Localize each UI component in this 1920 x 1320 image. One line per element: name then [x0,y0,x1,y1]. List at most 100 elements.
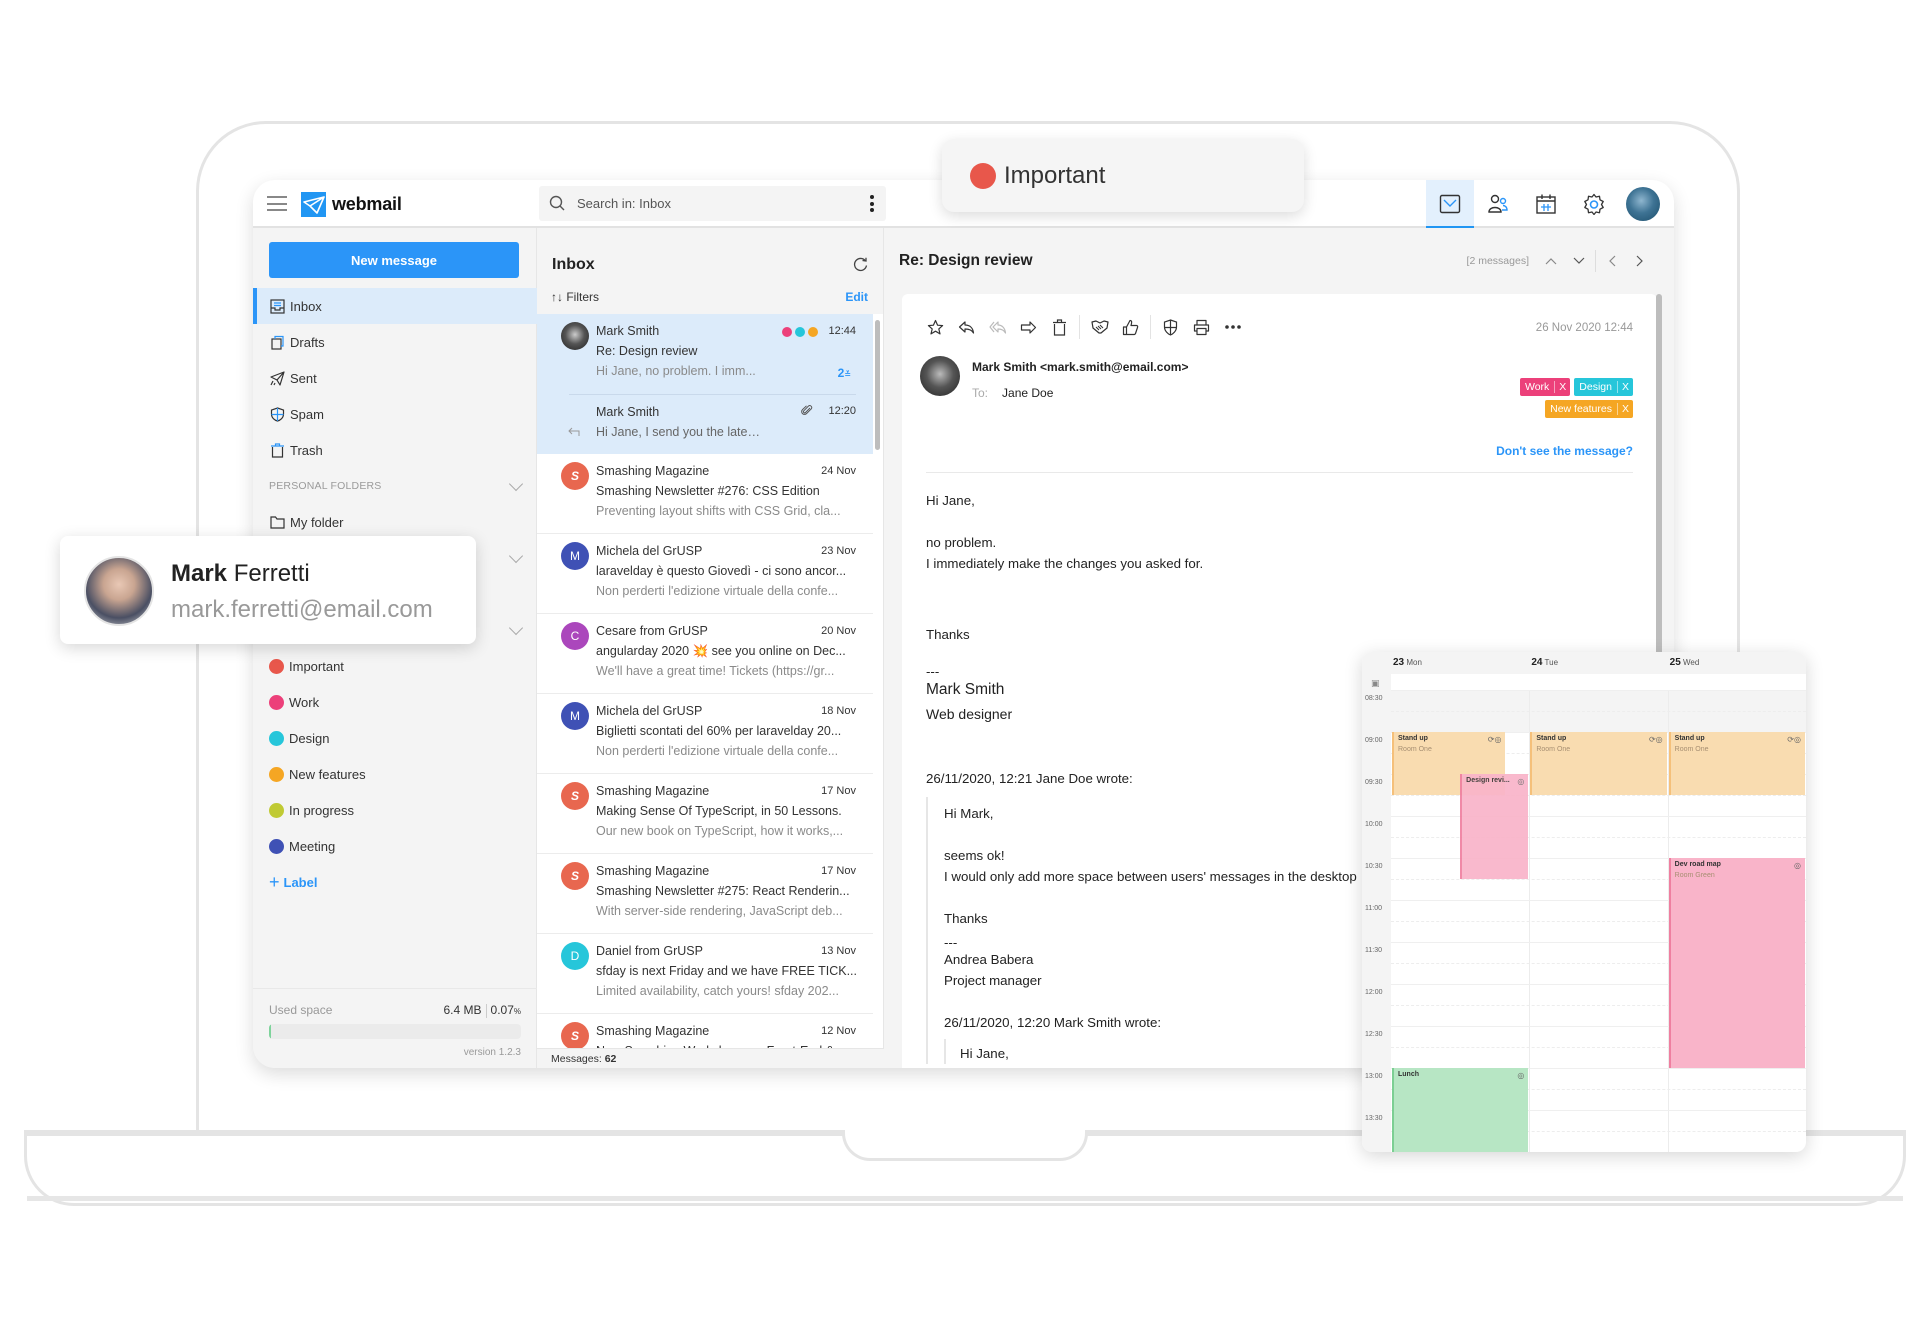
label-design[interactable]: Design [253,720,537,756]
time-label: 11:30 [1365,947,1382,954]
user-avatar[interactable] [1626,187,1660,221]
print-button[interactable] [1186,314,1217,340]
list-items: S Smashing Magazine 24 Nov Smashing Newslet… [537,454,873,1050]
day-number: 23 [1393,657,1405,668]
calendar-day-header[interactable]: 24 Tue [1531,657,1558,668]
item-subject: Making Sense Of TypeScript, in 50 Lesson… [596,804,842,818]
label-color-dot [269,658,284,674]
thread-item-selected[interactable]: Mark Smith 12:44 Re: Design review Hi Ja… [537,314,873,454]
message-list-item[interactable]: D Daniel from GrUSP 13 Nov sfday is next Fr… [537,934,873,1014]
label-in-progress[interactable]: In progress [253,792,537,828]
folder-sent[interactable]: Sent [253,360,537,396]
folder-drafts[interactable]: Drafts [253,324,537,360]
label-meeting[interactable]: Meeting [253,828,537,864]
thread-reply-item[interactable]: Mark Smith 12:20 Hi Jane, I send you the… [537,394,873,454]
printer-icon [1193,319,1210,335]
calendar-event[interactable]: Design revi... ◎ [1460,774,1529,879]
refresh-icon[interactable] [853,257,868,272]
next-message-down-chevron-icon[interactable] [1565,250,1593,272]
dont-see-message-link[interactable]: Don't see the message? [1496,444,1633,458]
folder-inbox[interactable]: Inbox [253,288,537,324]
folder-label: Drafts [290,334,325,350]
previous-message-up-chevron-icon[interactable] [1537,250,1565,272]
delete-button[interactable] [1044,314,1075,340]
filters-button[interactable]: ↑↓ Filters [551,290,599,304]
search-input[interactable] [577,186,847,221]
time-label: 13:30 [1365,1115,1383,1122]
label-new-features[interactable]: New features [253,756,537,792]
item-subject: laravelday è questo Giovedì - ci sono an… [596,564,847,578]
body-line: I immediately make the changes you asked… [926,556,1204,571]
item-date: 24 Nov [821,465,856,477]
new-message-button[interactable]: New message [269,242,519,278]
profile-last-name: Ferretti [233,560,310,587]
label-color-dot [269,802,284,818]
label-name: Important [1004,161,1106,189]
hamburger-menu-icon[interactable] [267,196,287,211]
message-list-item[interactable]: S Smashing Magazine 24 Nov Smashing Newslet… [537,454,873,534]
spam-icon [269,406,285,422]
message-list-item[interactable]: SSmashing Magazine12 NovNew Smashing Wor… [537,1014,873,1050]
chevron-down-icon[interactable] [508,548,524,563]
nav-mail-button[interactable] [1426,180,1474,230]
search-options-kebab-icon[interactable] [870,195,874,215]
list-header: Inbox ↑↓ Filters Edit [537,228,883,314]
expand-chevrons-icon: ≚ [844,370,851,379]
inbox-icon [269,298,285,314]
item-from: Smashing Magazine [596,1024,710,1038]
nav-settings-button[interactable] [1570,180,1618,228]
folder-trash[interactable]: Trash [253,432,537,468]
nav-contacts-button[interactable] [1474,180,1522,228]
list-scrollbar[interactable] [875,320,880,450]
message-list-item[interactable]: M Michela del GrUSP 23 Nov laravelday è que… [537,534,873,614]
message-scrollbar[interactable] [1656,294,1662,694]
nav-calendar-button[interactable] [1522,180,1570,228]
more-actions-button[interactable] [1217,314,1248,340]
tag-remove-icon[interactable]: X [1554,381,1570,393]
handshake-button[interactable] [1084,314,1115,340]
chevron-down-icon[interactable] [508,476,524,491]
sender-address[interactable]: Mark Smith <mark.smith@email.com> [972,360,1188,374]
add-label-button[interactable]: + Label [253,864,537,900]
message-list-item[interactable]: C Cesare from GrUSP 20 Nov angularday 2020 … [537,614,873,694]
label-work[interactable]: Work [253,684,537,720]
folder-my-folder[interactable]: My folder [253,504,537,540]
profile-card[interactable]: Mark Ferretti mark.ferretti@email.com [60,536,476,644]
personal-folders-heading[interactable]: Personal folders [253,468,537,504]
time-column: 08:30 09:00 09:30 10:00 10:30 11:00 11:30 12:00… [1362,674,1391,1152]
calendar-day-header[interactable]: 23 Mon [1393,657,1422,668]
message-list-item[interactable]: M Michela del GrUSP 18 Nov Biglietti sconta… [537,694,873,774]
recipient-name[interactable]: Jane Doe [1002,386,1053,400]
next-thread-chevron-right-icon[interactable] [1626,250,1654,272]
folder-spam[interactable]: Spam [253,396,537,432]
tag-remove-icon[interactable]: X [1616,381,1633,393]
sender-avatar: S [561,462,589,490]
day-number: 25 [1669,657,1681,668]
like-button[interactable] [1115,314,1146,340]
calendar-event[interactable]: Stand up Room One ⟳◎ [1530,732,1667,795]
calendar-day-header[interactable]: 25 Wed [1670,657,1700,668]
calendar-event[interactable]: Stand up Room One ⟳◎ [1668,732,1805,795]
logo-envelope-icon [301,192,326,217]
important-label-popup[interactable]: Important [942,139,1304,212]
logo[interactable]: webmail [301,192,402,217]
all-day-calendar-icon: ▣ [1371,678,1380,688]
spam-button[interactable] [1155,314,1186,340]
chevron-down-icon[interactable] [508,620,524,635]
hour-line [1391,690,1806,691]
item-subject: Re: Design review [596,344,698,358]
message-list-item[interactable]: S Smashing Magazine 17 Nov Smashing Newslet… [537,854,873,934]
edit-button[interactable]: Edit [845,290,868,304]
tag-remove-icon[interactable]: X [1616,403,1633,415]
forward-button[interactable] [1013,314,1044,340]
label-important[interactable]: Important [253,648,537,684]
thread-count-badge[interactable]: 2≚ [838,366,851,380]
message-list-item[interactable]: S Smashing Magazine 17 Nov Making Sense Of … [537,774,873,854]
reply-button[interactable] [951,314,982,340]
star-button[interactable] [920,314,951,340]
calendar-event[interactable]: Dev road map Room Green ◎ [1668,858,1805,1068]
previous-thread-chevron-left-icon[interactable] [1598,250,1626,272]
reply-all-button[interactable] [982,314,1013,340]
calendar-event[interactable]: Lunch ◎ [1392,1068,1529,1152]
event-room: Room One [1536,746,1571,753]
